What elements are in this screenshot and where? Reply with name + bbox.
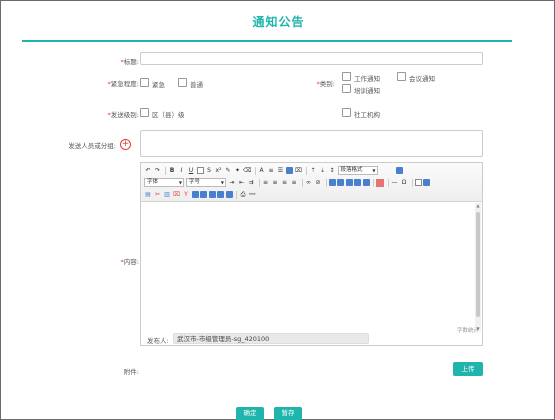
rich-text-editor[interactable]: ↶ ↷ B I U S x² ✎ ✦ ⌫ A ≡ ☰ ⌧ ⇡ ⇣ ↕ 段落格式 … (140, 162, 483, 346)
title-label: *标题: (120, 58, 139, 66)
sender-field: 武汉市-市级管理员-sg_420100 (173, 333, 369, 344)
insert-col-icon[interactable]: ▥ (163, 191, 171, 199)
clear-format-icon[interactable]: ⌫ (243, 167, 251, 175)
urgency-urgent-label: 紧急 (152, 81, 165, 89)
send-level-label: *发送级别: (107, 111, 139, 119)
category-meeting-checkbox[interactable] (397, 72, 406, 81)
category-work-checkbox[interactable] (342, 72, 351, 81)
insert-row-icon[interactable]: ▤ (144, 191, 152, 199)
confirm-button[interactable]: 确定 (236, 407, 264, 420)
font-color-icon[interactable]: A (258, 167, 266, 175)
category-training-label: 培训通知 (354, 87, 380, 95)
recipients-label: 发送人员或分组: (68, 142, 116, 150)
line-height-icon[interactable]: ↕ (328, 167, 336, 175)
urgency-normal-checkbox[interactable] (178, 78, 187, 87)
upload-button[interactable]: 上传 (453, 362, 483, 376)
redo-icon[interactable]: ↷ (154, 167, 162, 175)
table-props-icon[interactable] (423, 179, 430, 186)
title-underline (22, 40, 512, 42)
send-level-district-label: 区（县）级 (152, 111, 185, 119)
title-input[interactable] (140, 52, 483, 65)
align-center-icon[interactable]: ≡ (271, 179, 279, 187)
unlink-icon[interactable]: ⊘ (314, 179, 322, 187)
sender-row: 发布人: 武汉市-市级管理员-sg_420100 (141, 332, 482, 346)
superscript-icon[interactable]: x² (215, 167, 223, 175)
clear-doc-icon[interactable]: ⌧ (295, 167, 303, 175)
border-icon[interactable] (196, 167, 204, 174)
image-right-icon[interactable] (354, 179, 361, 186)
preview-icon[interactable]: 👓 (249, 191, 257, 199)
merge-cells-icon[interactable]: Y (182, 191, 190, 199)
image-center-icon[interactable] (345, 179, 353, 186)
row-spacing-top-icon[interactable]: ⇡ (309, 167, 317, 175)
font-size-select[interactable]: 字号 ▼ (186, 178, 226, 187)
bullet-list-icon[interactable]: ≡ (267, 167, 275, 175)
font-family-select[interactable]: 字体 ▼ (144, 178, 184, 187)
indent-icon[interactable]: ⇉ (247, 179, 255, 187)
italic-icon[interactable]: I (178, 167, 186, 175)
image-left-icon[interactable] (337, 179, 344, 186)
urgency-normal-label: 普通 (190, 81, 203, 89)
magic-wand-icon[interactable]: ✦ (234, 167, 242, 175)
attachment-label: 附件: (123, 368, 139, 376)
align-right-icon[interactable]: ≡ (281, 179, 289, 187)
split-cols-icon[interactable] (225, 191, 233, 198)
align-left-icon[interactable]: ≡ (262, 179, 270, 187)
editor-toolbar: ↶ ↷ B I U S x² ✎ ✦ ⌫ A ≡ ☰ ⌧ ⇡ ⇣ ↕ 段落格式 … (141, 163, 482, 202)
category-work-label: 工作通知 (354, 75, 380, 83)
category-meeting-label: 会议通知 (409, 75, 435, 83)
add-recipient-icon[interactable]: + (120, 139, 131, 150)
page-frame: 通知公告 *标题: *紧急程度: 紧急 普通 *类别: 工作通知 会议通知 培训… (0, 0, 555, 420)
save-draft-button[interactable]: 暂存 (274, 407, 302, 420)
split-cells-icon[interactable] (208, 191, 216, 198)
toolbar-row-1: ↶ ↷ B I U S x² ✎ ✦ ⌫ A ≡ ☰ ⌧ ⇡ ⇣ ↕ 段落格式 … (144, 165, 404, 176)
sender-label: 发布人: (147, 337, 169, 345)
delete-row-icon[interactable]: ✂ (154, 191, 162, 199)
category-label: *类别: (316, 80, 335, 88)
format-brush-icon[interactable]: ✎ (224, 167, 232, 175)
align-justify-icon[interactable]: ≡ (290, 179, 298, 187)
strikethrough-icon[interactable]: S (205, 167, 213, 175)
content-label: *内容: (120, 258, 139, 266)
category-training-checkbox[interactable] (342, 84, 351, 93)
emoticon-icon[interactable] (376, 178, 384, 187)
recipients-input[interactable] (140, 130, 483, 157)
toolbar-row-2: 字体 ▼ 字号 ▼ ⇥ ⇤ ⇉ ≡ ≡ ≡ ≡ ∞ ⊘ — Ω (144, 177, 432, 188)
link-icon[interactable]: ∞ (305, 179, 313, 187)
rtl-icon[interactable]: ⇤ (238, 179, 246, 187)
urgency-label: *紧急程度: (107, 80, 139, 88)
undo-icon[interactable]: ↶ (144, 167, 152, 175)
page-title: 通知公告 (252, 15, 305, 29)
underline-icon[interactable]: U (187, 167, 195, 175)
insert-image-icon[interactable] (362, 179, 370, 186)
horizontal-rule-icon[interactable]: — (391, 179, 399, 187)
insert-table-icon[interactable] (414, 179, 422, 186)
select-all-icon[interactable] (286, 167, 293, 174)
send-level-org-label: 社工机构 (354, 111, 380, 119)
editor-scrollbar[interactable]: ▲ ▼ (475, 203, 481, 331)
ltr-icon[interactable]: ⇥ (228, 179, 236, 187)
urgency-urgent-checkbox[interactable] (140, 78, 149, 87)
fullscreen-icon[interactable] (395, 167, 403, 174)
merge-right-icon[interactable] (191, 191, 199, 198)
row-spacing-bottom-icon[interactable]: ⇣ (319, 167, 327, 175)
numbered-list-icon[interactable]: ☰ (277, 167, 285, 175)
merge-down-icon[interactable] (200, 191, 207, 198)
image-icon[interactable] (328, 179, 336, 186)
toolbar-row-3: ▤ ✂ ▥ ⌧ Y ⎙ 👓 (144, 189, 258, 200)
send-level-org-checkbox[interactable] (342, 108, 351, 117)
print-icon[interactable]: ⎙ (239, 191, 247, 199)
send-level-district-checkbox[interactable] (140, 108, 149, 117)
bold-icon[interactable]: B (168, 167, 176, 175)
special-char-icon[interactable]: Ω (400, 179, 408, 187)
delete-col-icon[interactable]: ⌧ (173, 191, 181, 199)
paragraph-format-select[interactable]: 段落格式 ▼ (337, 166, 378, 175)
split-rows-icon[interactable] (217, 191, 224, 198)
